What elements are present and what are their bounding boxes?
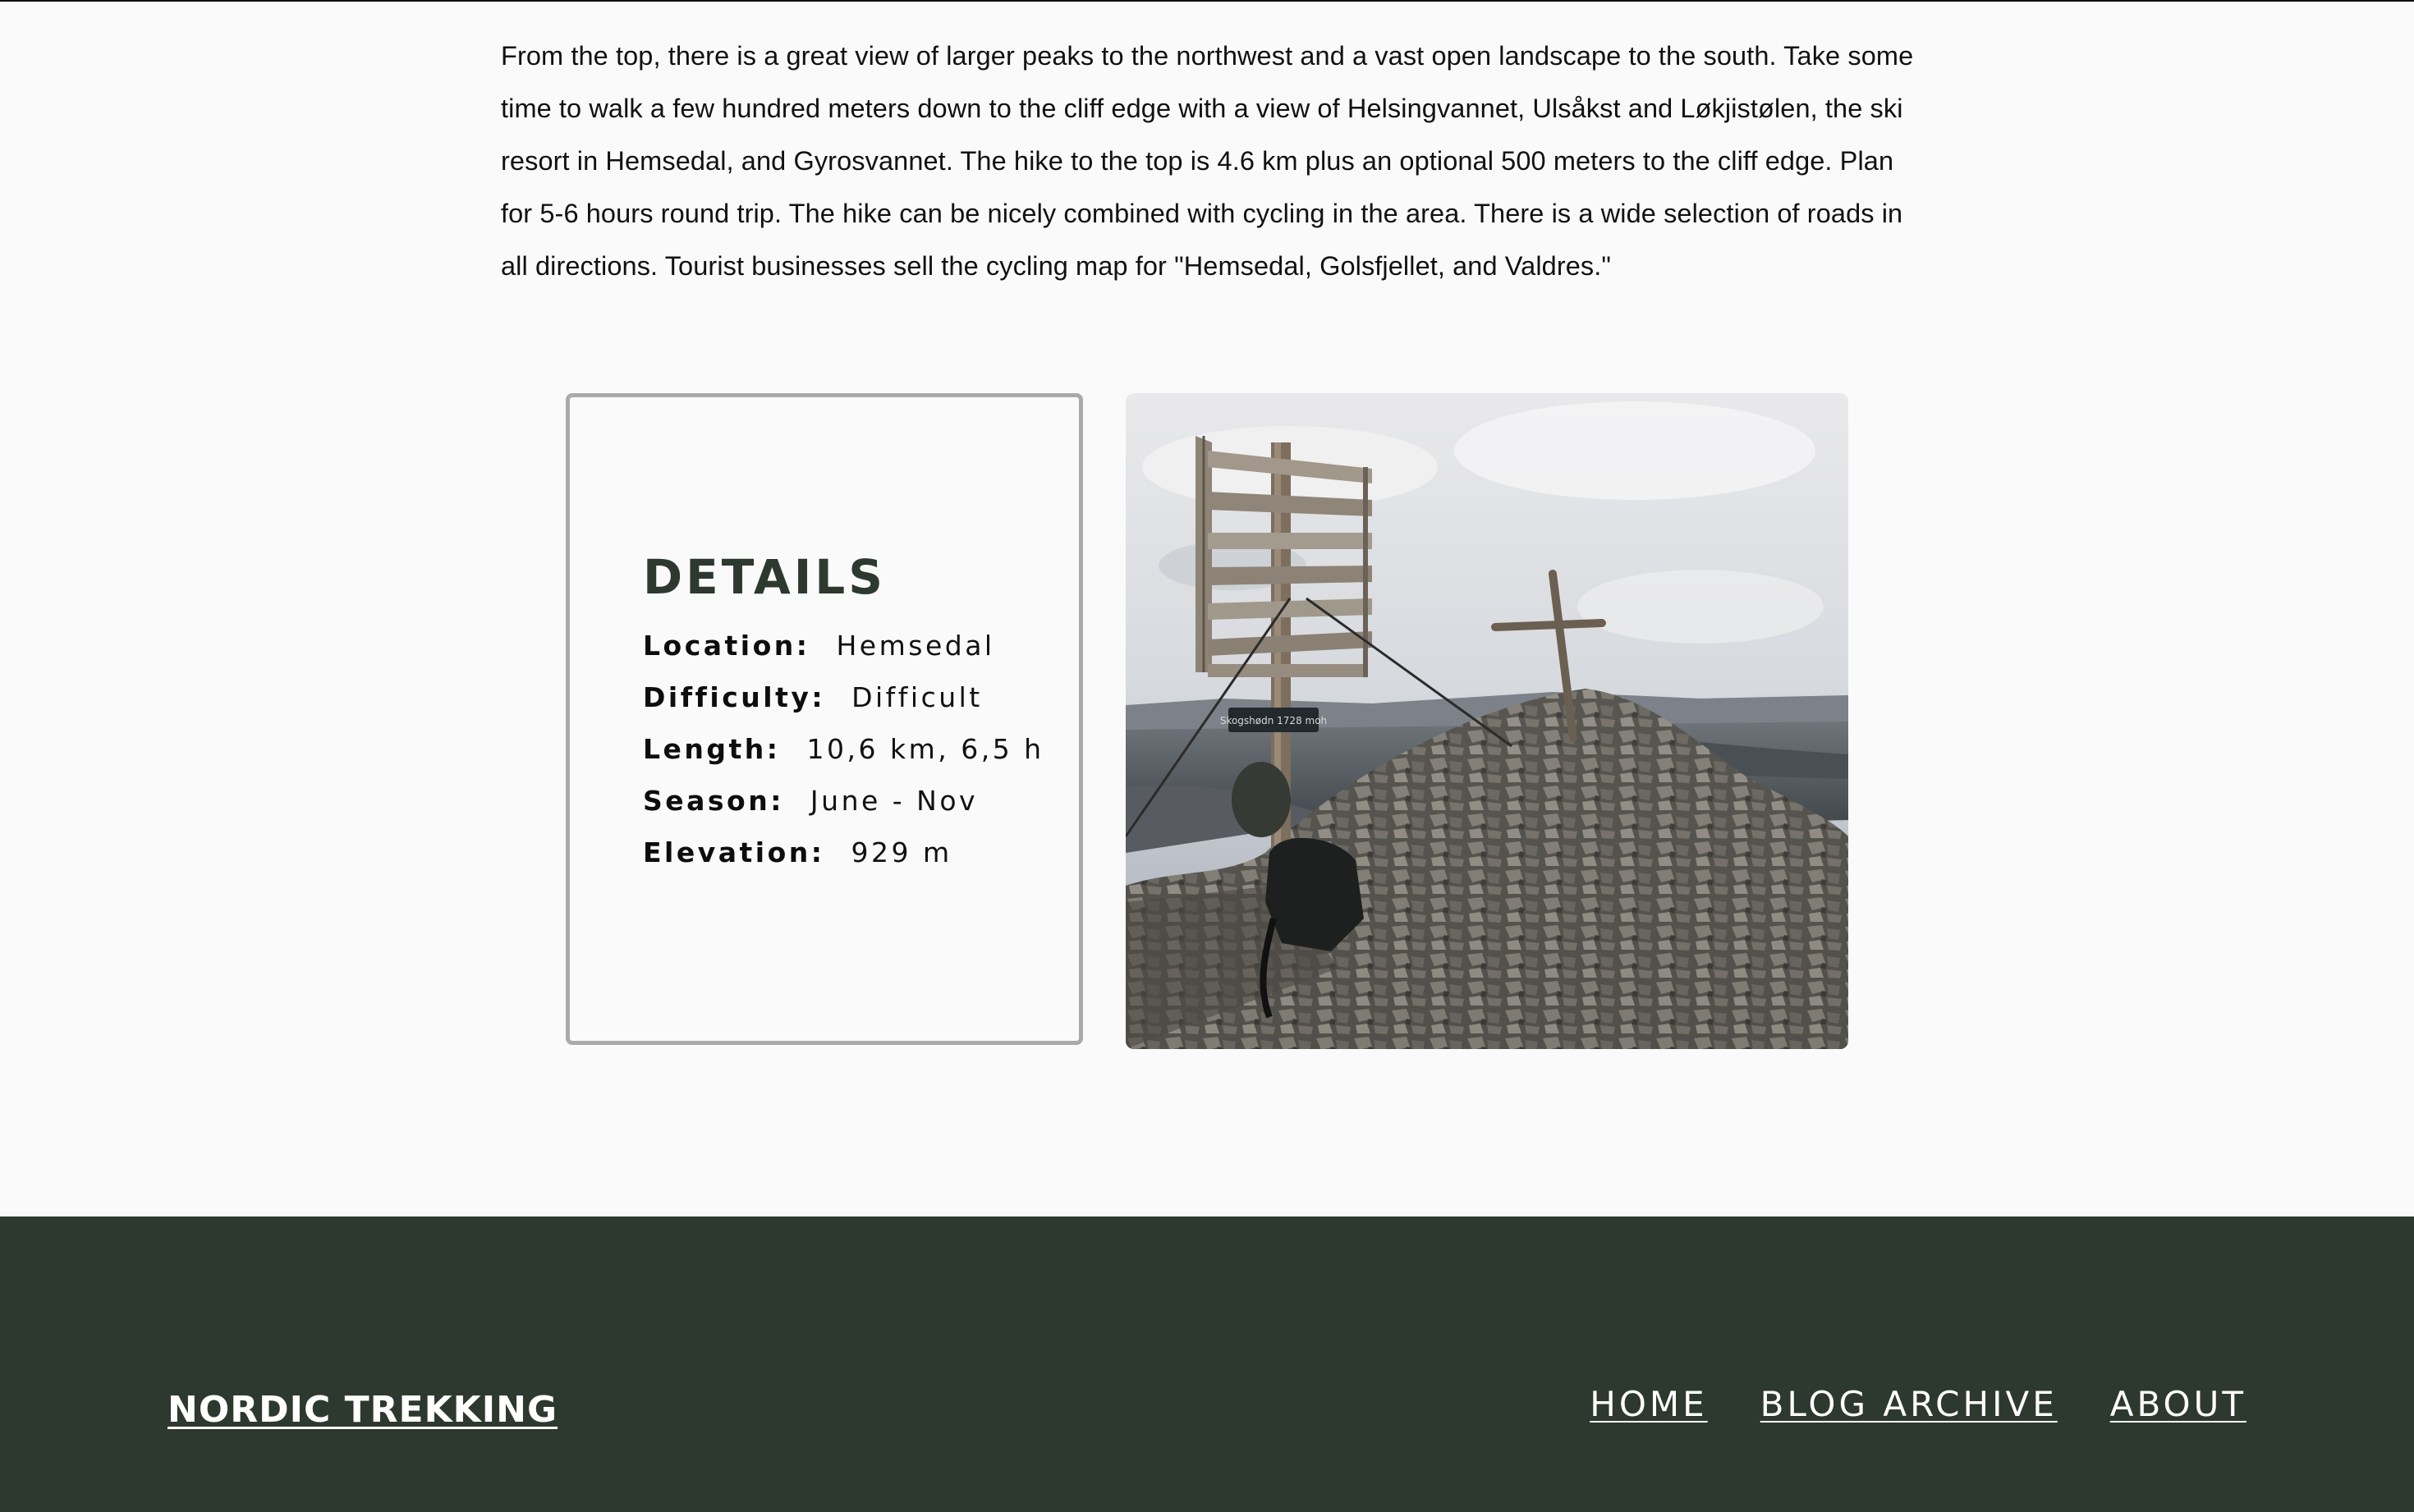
detail-value: 929 m: [851, 836, 952, 868]
detail-season: Season: June - Nov: [643, 785, 1044, 836]
top-divider: [0, 0, 2414, 2]
detail-label: Elevation:: [643, 836, 825, 868]
site-footer: NORDIC TREKKING HOME BLOG ARCHIVE ABOUT: [0, 1216, 2414, 1512]
summit-sign-text: Skogshødn 1728 moh: [1220, 715, 1327, 726]
detail-label: Season:: [643, 785, 784, 817]
nav-about-link[interactable]: ABOUT: [2110, 1384, 2246, 1424]
summit-cairn-illustration: Skogshødn 1728 moh: [1126, 393, 1848, 1049]
detail-value: Hemsedal: [836, 630, 995, 662]
detail-value: June - Nov: [810, 785, 979, 817]
nav-home-link[interactable]: HOME: [1590, 1384, 1707, 1424]
article-intro-paragraph: From the top, there is a great view of l…: [501, 41, 1914, 281]
detail-value: Difficult: [851, 681, 983, 713]
detail-label: Location:: [643, 630, 810, 662]
details-heading: DETAILS: [643, 549, 887, 605]
footer-brand-link[interactable]: NORDIC TREKKING: [168, 1389, 558, 1431]
detail-label: Difficulty:: [643, 681, 826, 713]
detail-length: Length: 10,6 km, 6,5 h: [643, 733, 1044, 785]
summit-photo: Skogshødn 1728 moh: [1126, 393, 1848, 1049]
details-card: DETAILS Location: Hemsedal Difficulty: Dif…: [566, 393, 1083, 1045]
detail-location: Location: Hemsedal: [643, 630, 1044, 681]
footer-nav: HOME BLOG ARCHIVE ABOUT: [1590, 1384, 2246, 1424]
details-list: Location: Hemsedal Difficulty: Difficult L…: [643, 630, 1044, 888]
detail-elevation: Elevation: 929 m: [643, 836, 1044, 888]
detail-label: Length:: [643, 733, 781, 765]
nav-blog-archive-link[interactable]: BLOG ARCHIVE: [1760, 1384, 2058, 1424]
detail-difficulty: Difficulty: Difficult: [643, 681, 1044, 733]
detail-value: 10,6 km, 6,5 h: [806, 733, 1044, 765]
